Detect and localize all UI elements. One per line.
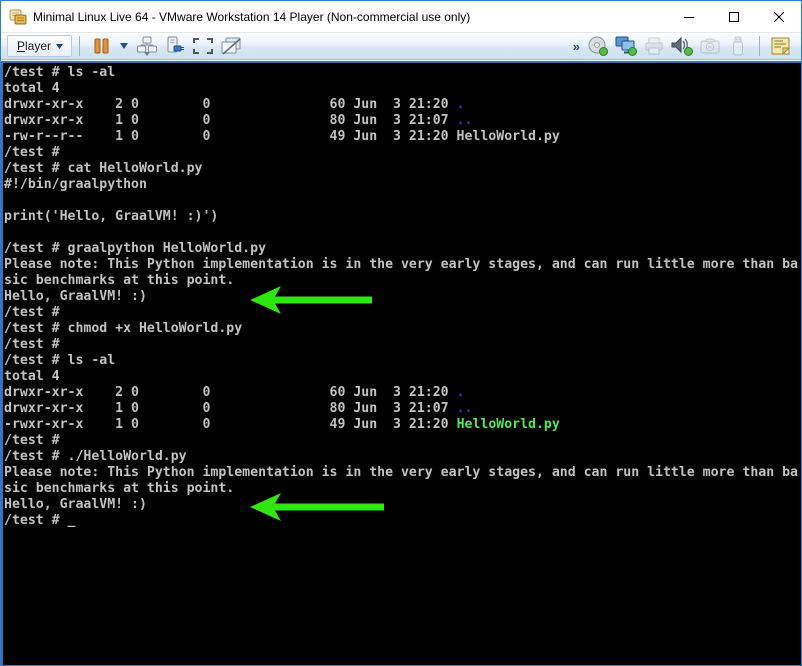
- sticky-note-icon: [771, 36, 791, 56]
- network-adapter-device-button[interactable]: [614, 34, 638, 58]
- device-plug-icon: [165, 36, 185, 56]
- terminal-line: sic benchmarks at this point.: [4, 273, 801, 289]
- terminal-line: sic benchmarks at this point.: [4, 481, 801, 497]
- terminal-line: /test # cat HelloWorld.py: [4, 161, 801, 177]
- toolbar-separator: [759, 36, 760, 56]
- full-screen-button[interactable]: [191, 34, 215, 58]
- terminal-line: Please note: This Python implementation …: [4, 257, 801, 273]
- printer-icon: [644, 37, 664, 55]
- terminal-line: drwxr-xr-x 2 0 0 60 Jun 3 21:20 .: [4, 97, 801, 113]
- pause-icon: [94, 38, 109, 54]
- terminal-line: /test # graalpython HelloWorld.py: [4, 241, 801, 257]
- terminal-line: [4, 193, 801, 209]
- window-controls: [666, 1, 801, 32]
- terminal-line: /test # chmod +x HelloWorld.py: [4, 321, 801, 337]
- terminal-line: drwxr-xr-x 2 0 0 60 Jun 3 21:20 .: [4, 385, 801, 401]
- maximize-button[interactable]: [711, 1, 756, 32]
- suspend-button[interactable]: [89, 34, 113, 58]
- terminal-line: total 4: [4, 81, 801, 97]
- terminal-line: -rw-r--r-- 1 0 0 49 Jun 3 21:20 HelloWor…: [4, 129, 801, 145]
- terminal-line: Hello, GraalVM! :): [4, 289, 801, 305]
- terminal-line: drwxr-xr-x 1 0 0 80 Jun 3 21:07 ..: [4, 401, 801, 417]
- toolbar: Player: [1, 32, 801, 60]
- virtual-machine-settings-button[interactable]: [163, 34, 187, 58]
- vm-console[interactable]: /test # ls -altotal 4drwxr-xr-x 2 0 0 60…: [1, 61, 802, 666]
- chevron-down-icon: [56, 44, 63, 49]
- window-title: Minimal Linux Live 64 - VMware Workstati…: [33, 9, 666, 24]
- vmware-player-window: Minimal Linux Live 64 - VMware Workstati…: [0, 0, 802, 666]
- toolbar-separator: [79, 36, 80, 56]
- webcam-device-button[interactable]: [698, 34, 722, 58]
- vm-notes-button[interactable]: [769, 34, 793, 58]
- cd-dvd-device-button[interactable]: [586, 34, 610, 58]
- sound-device-button[interactable]: [670, 34, 694, 58]
- terminal-line: #!/bin/graalpython: [4, 177, 801, 193]
- terminal-line: Hello, GraalVM! :): [4, 497, 801, 513]
- camera-icon: [700, 38, 720, 54]
- usb-device-button[interactable]: [726, 34, 750, 58]
- title-bar[interactable]: Minimal Linux Live 64 - VMware Workstati…: [1, 1, 801, 32]
- terminal-line: /test #: [4, 337, 801, 353]
- terminal-line: /test # ls -al: [4, 353, 801, 369]
- network-displays-icon: [615, 36, 637, 56]
- terminal-line: [4, 225, 801, 241]
- terminal-line: /test #: [4, 305, 801, 321]
- terminal-line: /test #: [4, 145, 801, 161]
- terminal-line: /test # _: [4, 513, 801, 529]
- terminal-line: Please note: This Python implementation …: [4, 465, 801, 481]
- more-toolbar-options-button[interactable]: »: [569, 39, 584, 54]
- unity-windows-icon: [221, 37, 241, 55]
- unity-mode-button[interactable]: [219, 34, 243, 58]
- usb-stick-icon: [732, 36, 744, 56]
- minimize-button[interactable]: [666, 1, 711, 32]
- terminal-line: drwxr-xr-x 1 0 0 80 Jun 3 21:07 ..: [4, 113, 801, 129]
- vmware-player-logo-icon: [9, 9, 27, 25]
- close-button[interactable]: [756, 1, 801, 32]
- speaker-icon: [671, 36, 693, 56]
- terminal-line: print('Hello, GraalVM! :)'): [4, 209, 801, 225]
- player-menu-button[interactable]: Player: [7, 35, 72, 57]
- terminal-line: /test # ./HelloWorld.py: [4, 449, 801, 465]
- chevron-down-icon: [120, 43, 128, 49]
- fullscreen-icon: [193, 38, 213, 54]
- cd-disc-icon: [588, 36, 608, 56]
- ctrl-alt-del-icon: [137, 36, 157, 56]
- printer-device-button[interactable]: [642, 34, 666, 58]
- terminal-line: /test #: [4, 433, 801, 449]
- terminal-output[interactable]: /test # ls -altotal 4drwxr-xr-x 2 0 0 60…: [3, 63, 801, 665]
- suspend-dropdown-button[interactable]: [117, 34, 131, 58]
- terminal-line: total 4: [4, 369, 801, 385]
- player-menu-label: Player: [17, 39, 51, 53]
- terminal-line: -rwxr-xr-x 1 0 0 49 Jun 3 21:20 HelloWor…: [4, 417, 801, 433]
- terminal-line: /test # ls -al: [4, 65, 801, 81]
- send-ctrl-alt-del-button[interactable]: [135, 34, 159, 58]
